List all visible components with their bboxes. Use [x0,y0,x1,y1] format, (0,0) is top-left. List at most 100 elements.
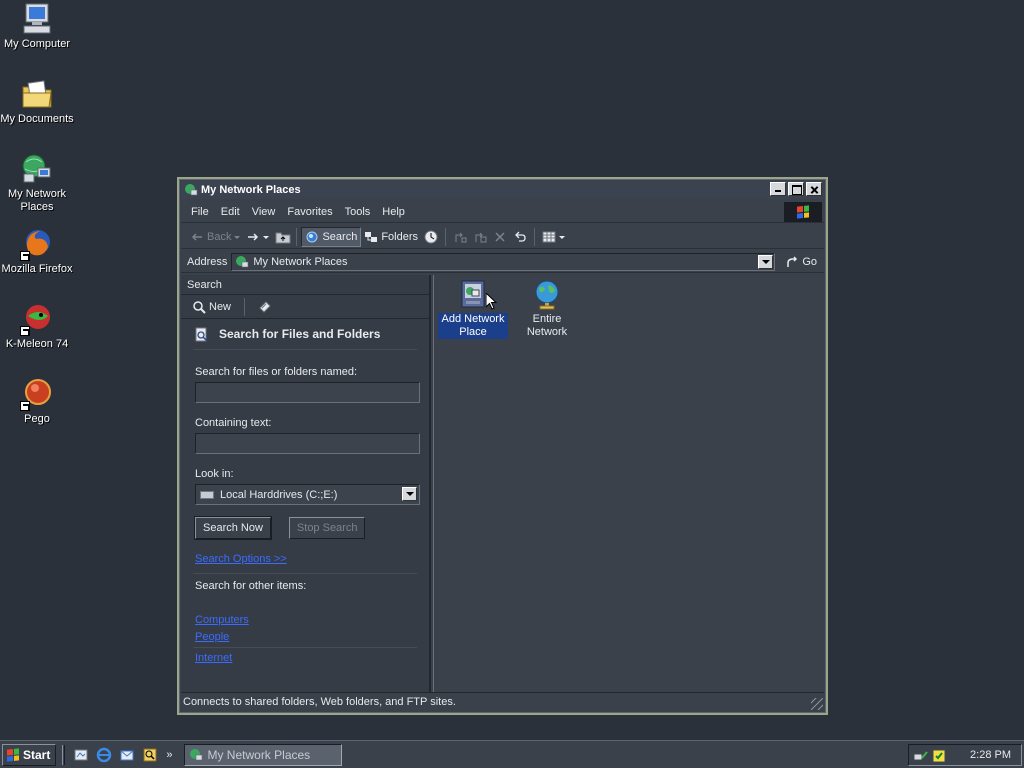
new-search-label: New [209,300,232,313]
toolbar-separator [445,227,447,246]
menu-view[interactable]: View [246,206,282,218]
menu-bar: File Edit View Favorites Tools Help [181,201,824,223]
network-places-icon [20,152,54,186]
window-title: My Network Places [201,184,301,196]
search-icon[interactable] [142,747,158,763]
undo-button[interactable] [510,227,530,247]
delete-x-icon [493,230,507,244]
entire-network-item[interactable]: Entire Network [512,279,582,339]
start-button[interactable]: Start [2,743,57,766]
forward-button[interactable] [243,227,272,247]
search-favorites-button[interactable] [255,297,275,317]
search-pane: Search New Search for Files and Folders … [181,275,431,693]
address-value: My Network Places [253,255,348,268]
desktop-icon-label: My Documents [0,113,74,125]
desktop-icon-label: Pego [24,413,50,425]
views-button[interactable] [539,227,568,247]
desktop-icon-pego[interactable]: Pego [0,377,74,426]
go-button[interactable]: Go [785,255,817,269]
search-pane-title: Search for Files and Folders [219,327,381,341]
desktop-icon-firefox[interactable]: Mozilla Firefox [0,227,74,276]
go-arrow-icon [785,255,799,269]
desktop-icon-label: K-Meleon 74 [5,338,69,350]
internet-link[interactable]: Internet [195,652,429,664]
desktop-icon-label: Mozilla Firefox [1,263,73,275]
folders-icon [364,230,378,244]
chevron-down-icon [234,230,241,244]
minimize-button[interactable] [770,182,786,196]
quick-launch-chevron[interactable]: » [166,749,172,761]
delete-button[interactable] [490,227,510,247]
address-dropdown-button[interactable] [758,254,774,269]
back-label: Back [207,230,232,243]
search-pane-title-row: Search for Files and Folders [181,321,429,347]
search-button[interactable]: Search [301,226,362,247]
menu-file[interactable]: File [185,206,215,218]
folders-button[interactable]: Folders [361,227,421,247]
look-in-select[interactable]: Local Harddrives (C:;E:) [195,484,420,505]
stop-search-button[interactable]: Stop Search [288,517,366,539]
security-tray-icon[interactable] [931,748,946,763]
new-search-button[interactable]: New [189,297,234,317]
taskbar-button-my-network-places[interactable]: My Network Places [184,743,343,766]
copy-to-button[interactable] [470,227,490,247]
computers-link[interactable]: Computers [195,614,429,626]
search-options-link[interactable]: Search Options >> [195,553,429,565]
menu-help[interactable]: Help [376,206,411,218]
desktop-icon-network-places[interactable]: My Network Places [0,152,74,214]
look-in-dropdown-button[interactable] [402,487,417,501]
clock[interactable]: 2:28 PM [970,749,1011,761]
search-pane-toolbar: New [181,295,429,319]
move-to-icon [453,230,467,244]
named-label: Search for files or folders named: [195,366,358,378]
search-now-button[interactable]: Search Now [194,516,272,540]
shortcut-arrow-icon [20,401,30,411]
status-bar: Connects to shared folders, Web folders,… [181,692,824,711]
shortcut-arrow-icon [20,326,30,336]
windows-logo-icon [784,202,822,222]
maximize-button[interactable] [788,182,804,196]
menu-favorites[interactable]: Favorites [281,206,338,218]
network-places-icon [189,748,203,762]
search-pane-header: Search [181,275,429,295]
outlook-express-icon[interactable] [119,747,135,763]
search-files-icon [195,327,209,342]
divider [193,349,417,350]
undo-icon [513,230,527,244]
desktop-icon-k-meleon[interactable]: K-Meleon 74 [0,302,74,351]
menu-edit[interactable]: Edit [215,206,246,218]
up-folder-button[interactable] [272,227,292,247]
shortcut-arrow-icon [20,251,30,261]
address-bar: Address My Network Places Go [181,251,824,273]
desktop-icon-label: My Computer [3,38,71,50]
hard-drive-icon [200,490,214,499]
item-label: Add Network Place [438,313,508,339]
network-tray-icon[interactable] [913,748,928,762]
back-arrow-icon [190,230,204,244]
close-button[interactable] [806,182,822,196]
other-items-label: Search for other items: [195,580,307,592]
toolbar-separator [534,227,536,246]
menu-tools[interactable]: Tools [339,206,377,218]
taskbar-grip[interactable] [62,744,66,765]
firefox-icon [20,227,54,261]
resize-grip[interactable] [811,698,823,710]
containing-text-input[interactable] [195,433,420,454]
back-button[interactable]: Back [187,227,243,247]
look-in-value: Local Harddrives (C:;E:) [220,488,338,501]
folder-content: Add Network Place Entire Network [433,275,824,693]
address-input[interactable]: My Network Places [231,252,776,271]
history-button[interactable] [421,227,441,247]
show-desktop-icon[interactable] [73,747,89,763]
network-places-icon [184,183,198,197]
desktop-icon-my-documents[interactable]: My Documents [0,77,74,126]
people-link[interactable]: People [195,631,429,643]
named-input[interactable] [195,382,420,403]
title-bar[interactable]: My Network Places [181,181,824,199]
pego-icon [20,377,54,411]
search-icon [305,230,319,244]
internet-explorer-icon[interactable] [96,747,112,763]
move-to-button[interactable] [450,227,470,247]
desktop-icon-my-computer[interactable]: My Computer [0,2,74,51]
add-network-place-icon [457,279,489,311]
